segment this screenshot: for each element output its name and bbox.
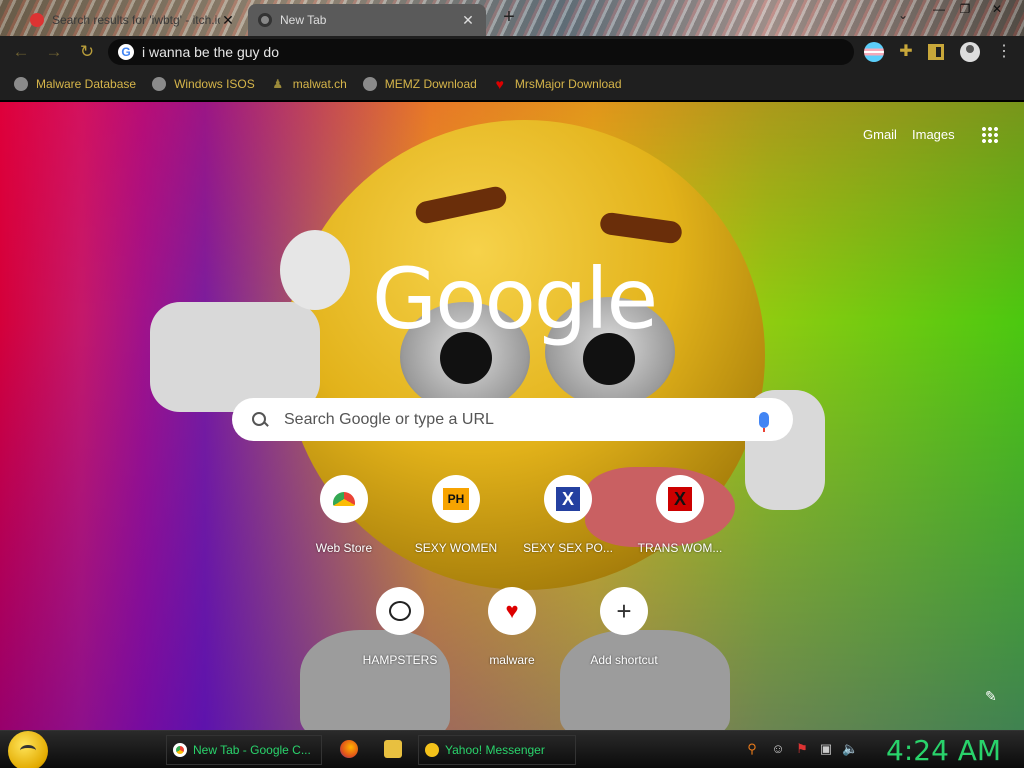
globe-icon xyxy=(14,77,28,91)
tab-strip: Search results for 'iwbtg' - itch.io ✕ N… xyxy=(0,0,1024,36)
minimize-button[interactable]: — xyxy=(930,2,948,16)
globe-icon xyxy=(362,77,377,91)
google-apps-icon[interactable] xyxy=(981,126,999,144)
shortcut-label: Add shortcut xyxy=(590,653,658,667)
webstore-icon xyxy=(333,492,355,506)
tab-close-icon[interactable]: ✕ xyxy=(460,12,476,29)
shortcut-tile: + xyxy=(600,587,648,635)
taskbar: New Tab - Google C... Yahoo! Messenger ⚲… xyxy=(0,730,1024,768)
gmail-link[interactable]: Gmail xyxy=(863,127,897,142)
bookmarks-bar: Malware Database Windows ISOS ♟ malwat.c… xyxy=(0,68,1024,100)
extensions-icon[interactable]: ✚ xyxy=(896,42,916,62)
shortcut-trans-wom[interactable]: X TRANS WOM... xyxy=(624,475,736,555)
x-red-icon: X xyxy=(668,487,692,511)
globe-icon xyxy=(152,77,167,91)
search-icon xyxy=(250,410,270,430)
ph-icon: PH xyxy=(443,488,469,510)
forward-button[interactable]: → xyxy=(43,41,65,63)
shortcut-sexy-women[interactable]: PH SEXY WOMEN xyxy=(400,475,512,555)
screen: Search results for 'iwbtg' - itch.io ✕ N… xyxy=(0,0,1024,768)
bookmark-malware-database[interactable]: Malware Database xyxy=(14,77,136,91)
itch-favicon-icon xyxy=(30,13,44,27)
add-shortcut-button[interactable]: + Add shortcut xyxy=(568,587,680,667)
shortcut-label: malware xyxy=(489,653,535,667)
bookmark-label: MrsMajor Download xyxy=(514,77,622,91)
shortcut-label: SEXY SEX PO... xyxy=(523,541,613,555)
google-logo: Google xyxy=(372,250,658,348)
taskbar-item-chrome[interactable]: New Tab - Google C... xyxy=(166,735,322,765)
tab-title: New Tab xyxy=(280,13,327,27)
side-panel-icon[interactable] xyxy=(928,44,944,60)
yahoo-messenger-icon xyxy=(425,743,439,757)
bookmark-mrsmajor-download[interactable]: ♥ MrsMajor Download xyxy=(493,77,622,91)
heart-icon: ♥ xyxy=(495,76,504,92)
close-window-button[interactable]: ✕ xyxy=(988,2,1006,16)
search-input[interactable] xyxy=(284,410,759,429)
shortcut-label: TRANS WOM... xyxy=(637,541,723,555)
search-box[interactable] xyxy=(232,398,793,441)
google-icon: G xyxy=(118,44,134,60)
bookmark-label: Malware Database xyxy=(36,77,137,91)
taskbar-clock[interactable]: 4:24 AM xyxy=(886,734,1001,767)
new-tab-button[interactable]: + xyxy=(498,6,520,28)
back-button[interactable]: ← xyxy=(10,41,32,63)
chrome-icon xyxy=(173,743,187,757)
shortcut-malware[interactable]: ♥ malware xyxy=(456,587,568,667)
tab-title: Search results for 'iwbtg' - itch.io xyxy=(52,13,220,27)
address-bar[interactable]: G i wanna be the guy do xyxy=(108,39,854,65)
shortcut-label: Web Store xyxy=(315,541,373,555)
folder-icon[interactable] xyxy=(384,740,402,758)
network-tray-icon[interactable]: ▣ xyxy=(818,741,834,757)
microphone xyxy=(280,230,350,310)
plus-icon: + xyxy=(616,596,632,626)
microphone-icon[interactable] xyxy=(759,411,769,432)
bookmark-windows-isos[interactable]: Windows ISOS xyxy=(152,77,255,91)
new-tab-page: Gmail Images Google Web Store PH SEXY WO… xyxy=(0,102,1024,730)
smiley-start-icon[interactable] xyxy=(8,731,48,768)
bookmark-memz-download[interactable]: MEMZ Download xyxy=(362,77,477,91)
bookmark-label: malwat.ch xyxy=(292,77,347,91)
x-blue-icon: X xyxy=(556,487,580,511)
customize-pencil-icon[interactable]: ✎ xyxy=(985,689,999,703)
taskbar-item-label: Yahoo! Messenger xyxy=(445,743,545,757)
profile-icon[interactable] xyxy=(960,42,980,62)
menu-icon[interactable]: ⋮ xyxy=(994,42,1014,62)
shortcut-tile: X xyxy=(544,475,592,523)
shortcut-web-store[interactable]: Web Store xyxy=(288,475,400,555)
taskbar-item-label: New Tab - Google C... xyxy=(193,743,311,757)
messenger-tray-icon[interactable]: ☺ xyxy=(770,741,786,757)
volume-tray-icon[interactable]: 🔈 xyxy=(842,741,858,757)
shortcut-tile: X xyxy=(656,475,704,523)
chrome-favicon-icon xyxy=(258,13,272,27)
tab-itch-search[interactable]: Search results for 'iwbtg' - itch.io ✕ xyxy=(20,4,246,36)
address-text: i wanna be the guy do xyxy=(142,44,279,60)
bookmark-label: Windows ISOS xyxy=(174,77,255,91)
person-icon: ♟ xyxy=(272,77,284,91)
left-hand xyxy=(150,302,320,412)
shortcut-tile: PH xyxy=(432,475,480,523)
flag-tray-icon[interactable]: ⚑ xyxy=(794,741,810,757)
taskbar-item-yahoo-messenger[interactable]: Yahoo! Messenger xyxy=(418,735,576,765)
reload-button[interactable]: ↻ xyxy=(76,41,98,63)
search-tray-icon[interactable]: ⚲ xyxy=(744,741,760,757)
tab-close-icon[interactable]: ✕ xyxy=(220,12,236,29)
tab-new-tab[interactable]: New Tab ✕ xyxy=(248,4,486,36)
shortcut-sexy-sex-po[interactable]: X SEXY SEX PO... xyxy=(512,475,624,555)
firefox-icon[interactable] xyxy=(340,740,358,758)
shortcut-tile xyxy=(320,475,368,523)
hamster-icon xyxy=(389,601,411,621)
shortcut-hampsters[interactable]: HAMPSTERS xyxy=(344,587,456,667)
shortcut-label: HAMPSTERS xyxy=(362,653,438,667)
restore-button[interactable]: ❐ xyxy=(956,2,974,16)
shortcut-tile xyxy=(376,587,424,635)
shortcut-tile: ♥ xyxy=(488,587,536,635)
tab-search-icon[interactable]: ⌄ xyxy=(898,8,908,22)
bookmark-label: MEMZ Download xyxy=(384,77,477,91)
bookmark-malwatch[interactable]: ♟ malwat.ch xyxy=(271,77,347,91)
images-link[interactable]: Images xyxy=(912,127,955,142)
toolbar: ← → ↻ G i wanna be the guy do ✚ ⋮ xyxy=(0,36,1024,68)
heart-icon: ♥ xyxy=(505,598,519,623)
shortcut-label: SEXY WOMEN xyxy=(414,541,498,555)
trans-flag-extension-icon[interactable] xyxy=(864,42,884,62)
